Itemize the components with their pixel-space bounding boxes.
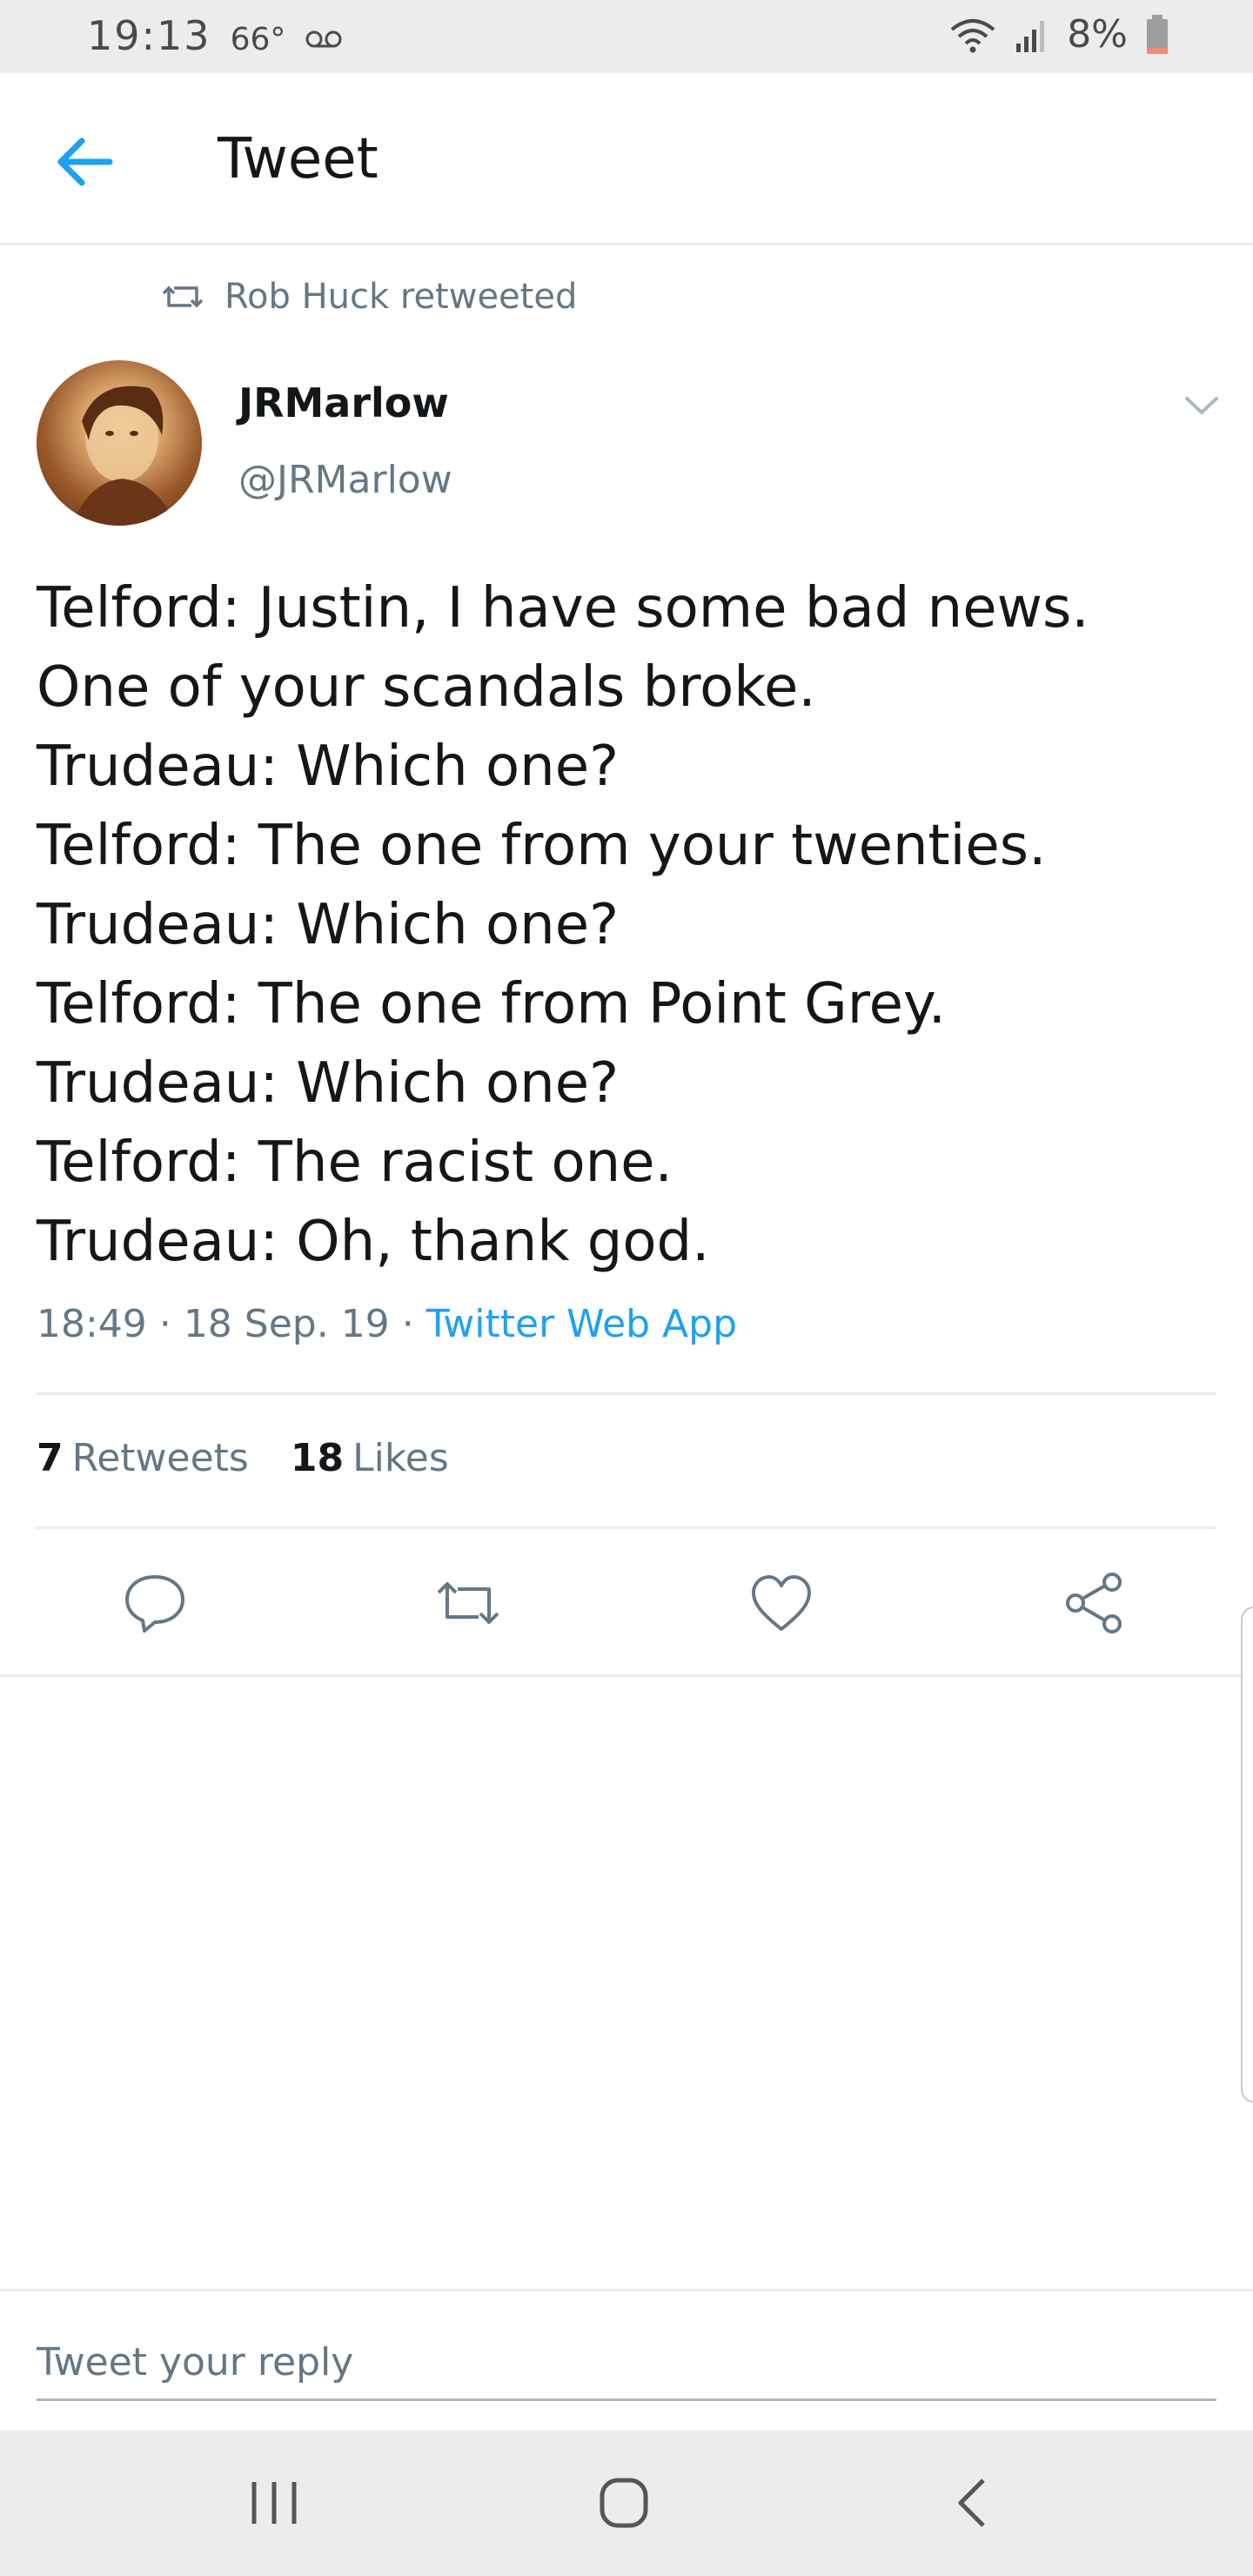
status-temperature: 66° <box>230 22 286 57</box>
scroll-handle[interactable] <box>1241 1607 1253 2103</box>
avatar-portrait <box>71 386 176 526</box>
reply-icon[interactable] <box>120 1568 190 1638</box>
tweet-line: Telford: The one from Point Grey. <box>37 972 947 1036</box>
avatar[interactable] <box>37 360 202 526</box>
home-icon[interactable] <box>585 2468 663 2538</box>
tweet-text: Telford: Justin, I have some bad news. O… <box>37 569 1220 1282</box>
tweet-line: One of your scandals broke. <box>37 655 816 720</box>
battery-percent: 8% <box>1067 12 1128 57</box>
tweet-line: Telford: The racist one. <box>37 1130 673 1195</box>
app-bar: Tweet <box>0 73 1253 245</box>
tweet-line: Trudeau: Oh, thank god. <box>37 1210 710 1274</box>
system-nav-bar <box>0 2430 1253 2576</box>
back-button[interactable] <box>49 118 136 205</box>
tweet-stats: 7 Retweets 18 Likes <box>37 1436 449 1480</box>
voicemail-icon <box>305 30 342 48</box>
signal-icon <box>1016 20 1045 52</box>
status-time: 19:13 <box>87 12 211 59</box>
divider <box>37 1392 1216 1395</box>
wifi-icon <box>950 18 995 52</box>
reply-input[interactable] <box>37 2326 1216 2401</box>
tweet-line: Trudeau: Which one? <box>37 893 620 957</box>
retweets-stat[interactable]: 7 Retweets <box>37 1436 249 1480</box>
back-icon[interactable] <box>935 2468 1013 2538</box>
user-handle[interactable]: @JRMarlow <box>238 458 452 502</box>
tweet-line: Telford: Justin, I have some bad news. <box>37 576 1089 641</box>
recent-apps-icon[interactable] <box>235 2468 313 2538</box>
tweet-line: Trudeau: Which one? <box>37 735 620 799</box>
status-bar: 19:13 66° 8% <box>0 0 1253 73</box>
status-right: 8% <box>948 12 1169 57</box>
retweet-small-icon <box>162 285 204 308</box>
retweet-label: Retweets <box>71 1436 249 1480</box>
battery-icon <box>1147 14 1168 54</box>
retweet-icon[interactable] <box>433 1568 503 1638</box>
tweet-time: 18:49 <box>37 1302 147 1346</box>
tweet-date: 18 Sep. 19 <box>183 1302 390 1346</box>
status-left: 19:13 66° <box>87 12 343 59</box>
retweeted-by-label: Rob Huck retweeted <box>224 277 578 317</box>
reply-bar <box>0 2289 1253 2428</box>
tweet-source-link[interactable]: Twitter Web App <box>426 1302 737 1346</box>
divider <box>0 1674 1253 1677</box>
like-count: 18 <box>290 1436 345 1480</box>
tweet-actions <box>0 1549 1253 1654</box>
tweet-line: Telford: The one from your twenties. <box>37 814 1047 878</box>
retweeted-by[interactable]: Rob Huck retweeted <box>162 277 577 317</box>
tweet-line: Trudeau: Which one? <box>37 1051 620 1116</box>
meta-separator: · <box>401 1302 414 1346</box>
share-icon[interactable] <box>1060 1568 1129 1638</box>
retweet-count: 7 <box>37 1436 64 1480</box>
tweet-meta: 18:49 · 18 Sep. 19 · Twitter Web App <box>37 1302 737 1346</box>
likes-stat[interactable]: 18 Likes <box>291 1436 449 1480</box>
like-icon[interactable] <box>747 1568 816 1638</box>
arrow-left-icon <box>57 138 113 186</box>
page-title: Tweet <box>218 127 379 191</box>
meta-separator: · <box>158 1302 171 1346</box>
chevron-down-icon[interactable] <box>1180 388 1223 423</box>
display-name[interactable]: JRMarlow <box>238 379 449 426</box>
like-label: Likes <box>352 1436 449 1480</box>
divider <box>37 1526 1216 1529</box>
